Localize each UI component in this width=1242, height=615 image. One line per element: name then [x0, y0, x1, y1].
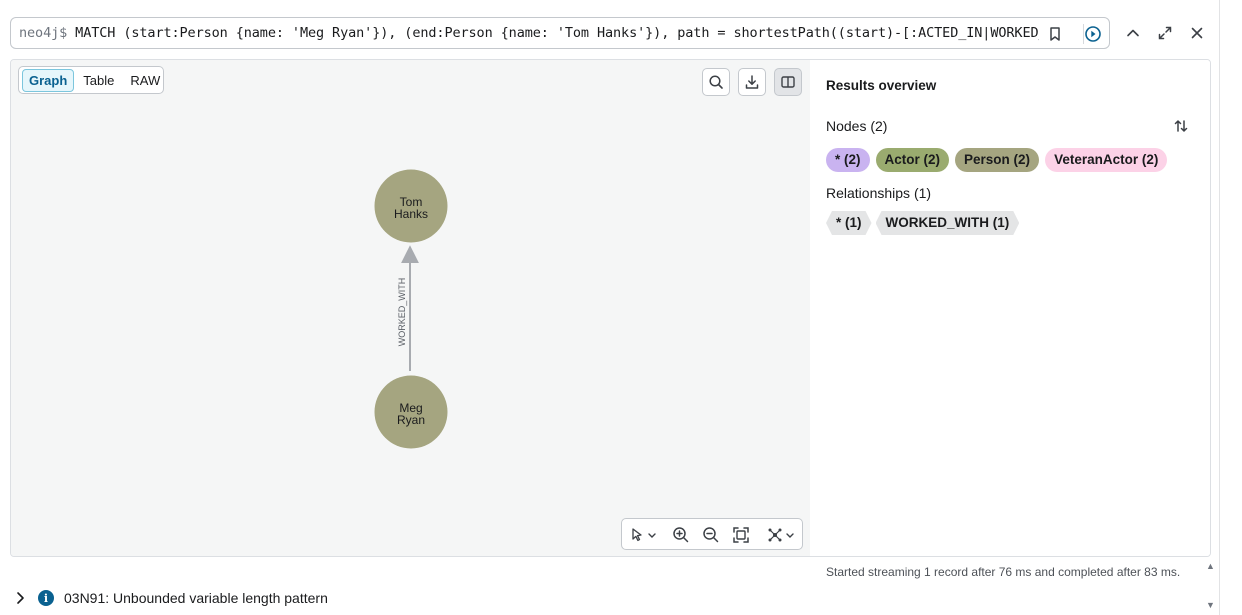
zoom-in-button[interactable]	[669, 523, 693, 547]
panel-icon	[781, 76, 795, 88]
zoom-toolbar	[621, 518, 803, 550]
node-meg-ryan-label-2: Ryan	[397, 413, 425, 427]
tab-graph[interactable]: Graph	[22, 68, 75, 92]
layout-options-button[interactable]	[764, 523, 800, 547]
fit-screen-icon	[733, 527, 749, 543]
info-icon: i	[38, 590, 54, 606]
collapse-icon[interactable]	[1121, 21, 1145, 45]
query-editor[interactable]: neo4j$ MATCH (start:Person {name: 'Meg Ry…	[10, 17, 1110, 49]
query-status: Started streaming 1 record after 76 ms a…	[826, 565, 1181, 579]
query-cypher[interactable]: MATCH (start:Person {name: 'Meg Ryan'}),…	[75, 25, 1039, 41]
toggle-overview-button[interactable]	[774, 68, 802, 96]
graph-search-button[interactable]	[702, 68, 730, 96]
chip-actor[interactable]: Actor (2)	[875, 148, 950, 172]
query-result-frame: neo4j$ MATCH (start:Person {name: 'Meg Ry…	[0, 0, 1220, 615]
query-prompt: neo4j$	[19, 25, 68, 41]
tab-table[interactable]: Table	[76, 69, 121, 92]
nodes-heading: Nodes (2)	[826, 118, 888, 134]
results-overview: Results overview Nodes (2) * (2) Actor (…	[810, 60, 1210, 556]
relationship-label: WORKED_WITH	[397, 278, 407, 347]
close-icon[interactable]	[1185, 21, 1209, 45]
graph-canvas[interactable]: WORKED_WITH Tom Hanks Meg Ryan Graph Tab…	[11, 60, 810, 556]
overview-title: Results overview	[826, 78, 937, 93]
zoom-out-icon	[703, 527, 719, 543]
view-toggle: Graph Table RAW	[18, 66, 164, 94]
chevron-right-icon[interactable]	[14, 591, 26, 605]
zoom-out-button[interactable]	[699, 523, 723, 547]
download-icon	[745, 75, 759, 89]
relationship-type-chips: * (1) WORKED_WITH (1)	[826, 211, 1019, 235]
notification-text: 03N91: Unbounded variable length pattern	[64, 590, 328, 606]
search-icon	[709, 75, 723, 89]
chip-veteran-actor[interactable]: VeteranActor (2)	[1045, 148, 1168, 172]
select-mode-button[interactable]	[626, 523, 662, 547]
chip-all-relationships[interactable]: * (1)	[826, 211, 872, 235]
bookmark-icon[interactable]	[1043, 22, 1067, 46]
query-text-line[interactable]: neo4j$ MATCH (start:Person {name: 'Meg Ry…	[19, 25, 1039, 41]
chip-worked-with[interactable]: WORKED_WITH (1)	[876, 211, 1020, 235]
scroll-down-icon[interactable]: ▼	[1206, 600, 1215, 610]
tab-raw[interactable]: RAW	[123, 69, 167, 92]
zoom-in-icon	[673, 527, 689, 543]
graph-visualization[interactable]: WORKED_WITH Tom Hanks Meg Ryan	[11, 60, 810, 556]
node-label-chips: * (2) Actor (2) Person (2) VeteranActor …	[826, 148, 1168, 172]
scroll-up-icon[interactable]: ▲	[1206, 561, 1215, 571]
node-tom-hanks-label-2: Hanks	[394, 207, 428, 221]
relationships-heading: Relationships (1)	[826, 185, 932, 201]
result-panel: WORKED_WITH Tom Hanks Meg Ryan Graph Tab…	[10, 59, 1211, 557]
layout-icon	[768, 528, 794, 542]
chip-all-nodes[interactable]: * (2)	[826, 148, 870, 172]
run-query-icon[interactable]	[1081, 22, 1105, 46]
sort-icon[interactable]	[1169, 114, 1193, 138]
pointer-icon	[632, 528, 656, 542]
fullscreen-icon[interactable]	[1153, 21, 1177, 45]
fit-to-screen-button[interactable]	[729, 523, 753, 547]
notification-row[interactable]: i 03N91: Unbounded variable length patte…	[14, 589, 328, 607]
chip-person[interactable]: Person (2)	[955, 148, 1040, 172]
download-button[interactable]	[738, 68, 766, 96]
